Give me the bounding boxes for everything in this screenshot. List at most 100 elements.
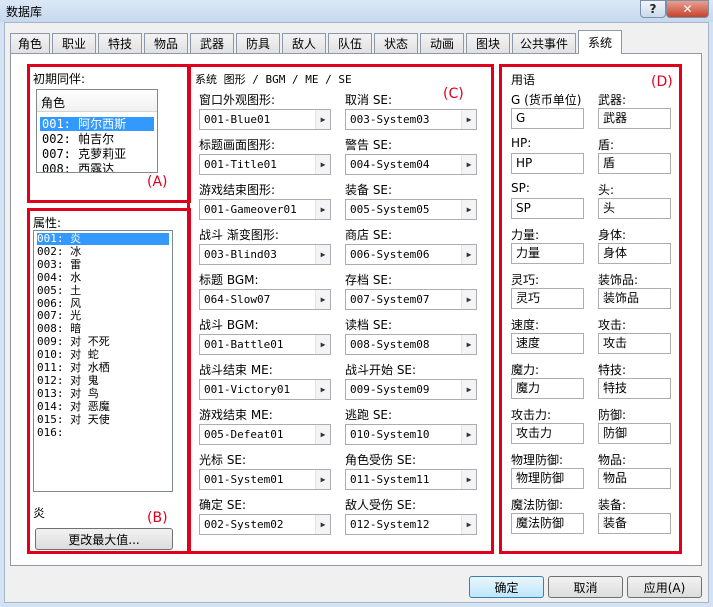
chevron-right-icon[interactable]: ▶ [461, 110, 476, 129]
term-left-input-8[interactable]: 攻击力 [511, 423, 584, 444]
system-left-select-2[interactable]: 001-Title01 ▶ [199, 154, 331, 175]
chevron-right-icon[interactable]: ▶ [315, 290, 330, 309]
attribute-list-item[interactable]: 011: 对 水栖 [37, 362, 169, 374]
party-list-header[interactable]: 角色 [37, 90, 157, 112]
system-right-select-5[interactable]: 007-System07 ▶ [345, 289, 477, 310]
chevron-right-icon[interactable]: ▶ [461, 290, 476, 309]
chevron-right-icon[interactable]: ▶ [461, 245, 476, 264]
party-list-item[interactable]: 008: 西露达 [40, 162, 154, 172]
system-left-select-3[interactable]: 001-Gameover01 ▶ [199, 199, 331, 220]
term-left-input-4[interactable]: 力量 [511, 243, 584, 264]
tab-10[interactable]: 动画 [420, 33, 464, 53]
chevron-right-icon[interactable]: ▶ [315, 335, 330, 354]
term-left-input-6[interactable]: 速度 [511, 333, 584, 354]
system-right-select-1[interactable]: 003-System03 ▶ [345, 109, 477, 130]
term-left-input-1[interactable]: G [511, 108, 584, 129]
attribute-list-item[interactable]: 002: 冰 [37, 245, 169, 258]
attribute-list[interactable]: 001: 炎 002: 冰 003: 雷 004: 水 005: 土 006: 风 007:… [33, 230, 173, 492]
system-left-select-4[interactable]: 003-Blind03 ▶ [199, 244, 331, 265]
attribute-list-item[interactable]: 001: 炎 [37, 233, 169, 245]
term-right-input-6[interactable]: 攻击 [598, 333, 671, 354]
system-left-select-6[interactable]: 001-Battle01 ▶ [199, 334, 331, 355]
chevron-right-icon[interactable]: ▶ [315, 110, 330, 129]
system-left-select-8[interactable]: 005-Defeat01 ▶ [199, 424, 331, 445]
system-right-select-4[interactable]: 006-System06 ▶ [345, 244, 477, 265]
term-right-input-9[interactable]: 物品 [598, 468, 671, 489]
party-list-item[interactable]: 007: 克萝莉亚 [40, 147, 154, 161]
chevron-right-icon[interactable]: ▶ [461, 155, 476, 174]
tab-8[interactable]: 队伍 [328, 33, 372, 53]
party-list[interactable]: 角色 001: 阿尔西斯 002: 帕吉尔 007: 克萝莉亚 008: 西露达 [36, 89, 158, 173]
system-left-select-5[interactable]: 064-Slow07 ▶ [199, 289, 331, 310]
attribute-list-item[interactable]: 015: 对 天使 [37, 413, 169, 426]
tab-5[interactable]: 武器 [190, 33, 234, 53]
system-left-select-9[interactable]: 001-System01 ▶ [199, 469, 331, 490]
term-left-input-9[interactable]: 物理防御 [511, 468, 584, 489]
change-max-button[interactable]: 更改最大值... [35, 528, 173, 550]
chevron-right-icon[interactable]: ▶ [315, 245, 330, 264]
tab-1[interactable]: 角色 [10, 33, 50, 53]
term-right-input-7[interactable]: 特技 [598, 378, 671, 399]
system-right-select-8[interactable]: 010-System10 ▶ [345, 424, 477, 445]
apply-button[interactable]: 应用(A) [627, 576, 702, 598]
attribute-list-item[interactable]: 003: 雷 [37, 258, 169, 271]
system-right-select-6[interactable]: 008-System08 ▶ [345, 334, 477, 355]
tab-12[interactable]: 公共事件 [512, 33, 576, 53]
chevron-right-icon[interactable]: ▶ [461, 200, 476, 219]
chevron-right-icon[interactable]: ▶ [315, 155, 330, 174]
system-left-select-7[interactable]: 001-Victory01 ▶ [199, 379, 331, 400]
attribute-list-item[interactable]: 012: 对 鬼 [37, 374, 169, 387]
tab-7[interactable]: 敌人 [282, 33, 326, 53]
chevron-right-icon[interactable]: ▶ [315, 425, 330, 444]
attribute-list-item[interactable]: 014: 对 恶魔 [37, 400, 169, 413]
term-left-input-5[interactable]: 灵巧 [511, 288, 584, 309]
attribute-list-item[interactable]: 010: 对 蛇 [37, 349, 169, 361]
term-right-input-3[interactable]: 头 [598, 198, 671, 219]
chevron-right-icon[interactable]: ▶ [315, 470, 330, 489]
tab-2[interactable]: 职业 [52, 33, 96, 53]
term-right-input-2[interactable]: 盾 [598, 153, 671, 174]
chevron-right-icon[interactable]: ▶ [461, 425, 476, 444]
system-left-select-1[interactable]: 001-Blue01 ▶ [199, 109, 331, 130]
tab-9[interactable]: 状态 [374, 33, 418, 53]
tab-6[interactable]: 防具 [236, 33, 280, 53]
close-button[interactable]: ✕ [666, 0, 709, 18]
term-left-input-2[interactable]: HP [511, 153, 584, 174]
attribute-list-item[interactable]: 016: [37, 426, 169, 439]
attribute-list-item[interactable]: 006: 风 [37, 297, 169, 310]
system-right-select-10[interactable]: 012-System12 ▶ [345, 514, 477, 535]
system-right-select-9[interactable]: 011-System11 ▶ [345, 469, 477, 490]
chevron-right-icon[interactable]: ▶ [315, 515, 330, 534]
system-right-select-7[interactable]: 009-System09 ▶ [345, 379, 477, 400]
term-left-input-10[interactable]: 魔法防御 [511, 513, 584, 534]
help-button[interactable]: ? [640, 0, 666, 18]
chevron-right-icon[interactable]: ▶ [461, 335, 476, 354]
attribute-list-item[interactable]: 007: 光 [37, 310, 169, 322]
chevron-right-icon[interactable]: ▶ [461, 380, 476, 399]
term-right-input-8[interactable]: 防御 [598, 423, 671, 444]
attribute-list-item[interactable]: 004: 水 [37, 271, 169, 284]
term-left-input-3[interactable]: SP [511, 198, 584, 219]
tab-11[interactable]: 图块 [466, 33, 510, 53]
party-list-item[interactable]: 001: 阿尔西斯 [40, 117, 154, 131]
attribute-list-item[interactable]: 005: 土 [37, 284, 169, 297]
tab-4[interactable]: 物品 [144, 33, 188, 53]
attribute-list-item[interactable]: 013: 对 鸟 [37, 387, 169, 400]
attribute-list-item[interactable]: 008: 暗 [37, 323, 169, 335]
party-list-item[interactable]: 002: 帕吉尔 [40, 132, 154, 146]
chevron-right-icon[interactable]: ▶ [461, 515, 476, 534]
system-right-select-3[interactable]: 005-System05 ▶ [345, 199, 477, 220]
chevron-right-icon[interactable]: ▶ [315, 200, 330, 219]
cancel-button[interactable]: 取消 [548, 576, 623, 598]
chevron-right-icon[interactable]: ▶ [461, 470, 476, 489]
tab-13[interactable]: 系统 [578, 30, 622, 54]
term-right-input-5[interactable]: 装饰品 [598, 288, 671, 309]
system-left-select-10[interactable]: 002-System02 ▶ [199, 514, 331, 535]
chevron-right-icon[interactable]: ▶ [315, 380, 330, 399]
term-right-input-4[interactable]: 身体 [598, 243, 671, 264]
term-right-input-10[interactable]: 装备 [598, 513, 671, 534]
tab-3[interactable]: 特技 [98, 33, 142, 53]
ok-button[interactable]: 确定 [469, 576, 544, 598]
attribute-list-item[interactable]: 009: 对 不死 [37, 336, 169, 348]
term-left-input-7[interactable]: 魔力 [511, 378, 584, 399]
